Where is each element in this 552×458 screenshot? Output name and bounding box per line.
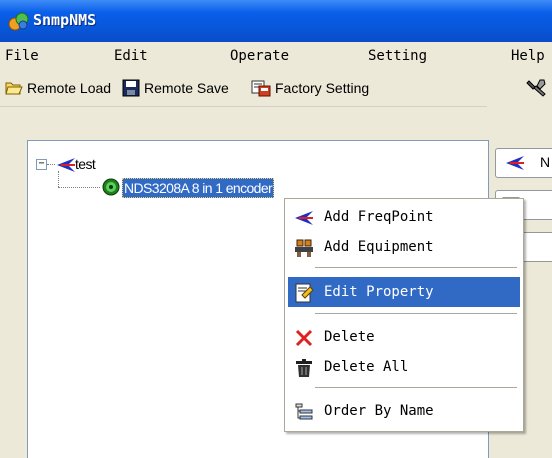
tab-freqpoint-label: N <box>540 154 551 170</box>
edit-property-icon <box>295 283 314 303</box>
factory-setting-icon <box>251 80 271 97</box>
menu-edit[interactable]: Edit <box>114 48 148 64</box>
factory-setting-label: Factory Setting <box>275 80 370 96</box>
tree-root-label: test <box>75 156 96 172</box>
menu-setting[interactable]: Setting <box>368 48 427 64</box>
menu-item-label: Delete <box>324 329 375 345</box>
remote-save-button[interactable]: Remote Save <box>122 78 229 98</box>
context-menu: Add FreqPoint Add Equipment Edit Propert… <box>284 198 524 432</box>
menu-item-label: Order By Name <box>324 403 434 419</box>
menu-item-edit-property[interactable]: Edit Property <box>288 277 520 307</box>
menu-item-add-freqpoint[interactable]: Add FreqPoint <box>288 202 520 232</box>
remote-save-label: Remote Save <box>144 80 229 96</box>
menu-separator <box>315 267 517 268</box>
trash-icon <box>296 359 312 377</box>
window-title: SnmpNMS <box>33 11 97 29</box>
factory-setting-button[interactable]: Factory Setting <box>251 78 369 98</box>
menu-item-add-equipment[interactable]: Add Equipment <box>288 232 520 262</box>
menu-item-delete[interactable]: Delete <box>288 322 520 352</box>
menu-item-delete-all[interactable]: Delete All <box>288 352 520 382</box>
menu-separator <box>315 387 517 388</box>
menu-bar: File Edit Operate Setting Help <box>0 42 552 70</box>
toolbar: Remote Load Remote Save Factory Setting <box>0 70 552 107</box>
menu-item-order-by-name[interactable]: Order By Name <box>288 396 520 426</box>
app-icon <box>8 12 29 31</box>
menu-operate[interactable]: Operate <box>230 48 289 64</box>
equipment-icon <box>295 239 313 257</box>
remote-load-button[interactable]: Remote Load <box>5 78 111 98</box>
menu-item-label: Add FreqPoint <box>324 209 434 225</box>
delete-x-icon <box>295 329 313 347</box>
open-folder-icon <box>5 82 23 95</box>
title-bar: SnmpNMS <box>0 0 552 42</box>
menu-item-label: Delete All <box>324 359 409 375</box>
freqpoint-arrow-icon <box>57 158 75 172</box>
tools-button[interactable] <box>526 78 552 98</box>
tree-encoder-label: NDS3208A 8 in 1 encoder <box>122 178 275 198</box>
menu-item-label: Add Equipment <box>324 239 434 255</box>
tools-icon <box>526 79 546 97</box>
tree-collapse-toggle[interactable]: − <box>36 159 47 170</box>
menu-separator <box>315 313 517 314</box>
floppy-disk-icon <box>122 79 140 97</box>
freqpoint-arrow-icon <box>295 211 313 225</box>
menu-file[interactable]: File <box>5 48 39 64</box>
device-status-icon <box>102 178 120 196</box>
remote-load-label: Remote Load <box>27 80 112 96</box>
order-list-icon <box>295 403 313 420</box>
freqpoint-arrow-icon <box>506 156 524 170</box>
menu-item-label: Edit Property <box>324 284 434 300</box>
menu-help[interactable]: Help <box>511 48 545 64</box>
tab-freqpoint[interactable]: N <box>495 148 552 178</box>
